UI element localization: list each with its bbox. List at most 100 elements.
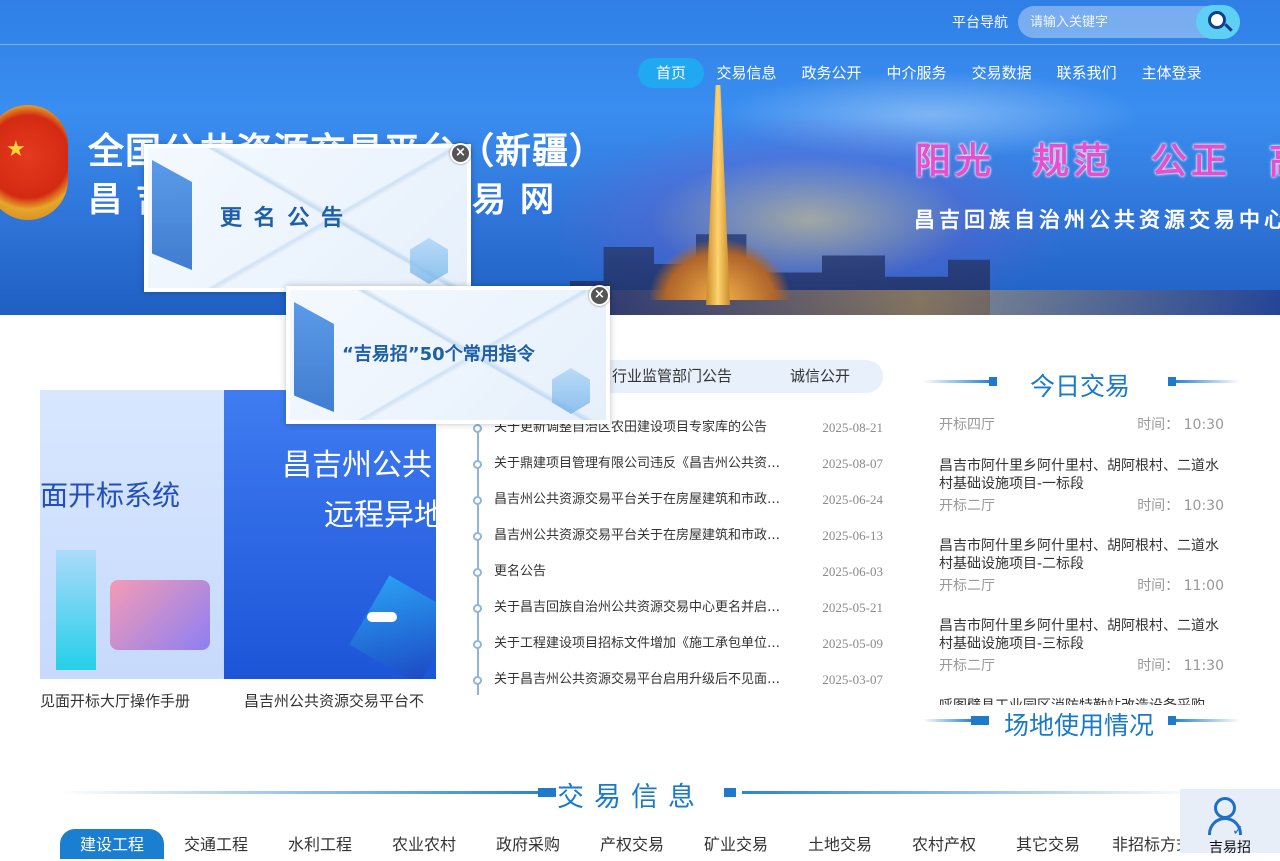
trade-name[interactable]: 昌吉市阿什里乡阿什里村、胡阿根村、二道水村基础设施项目-三标段 bbox=[939, 617, 1224, 653]
venue-usage-title[interactable]: 场地使用情况 bbox=[1004, 706, 1154, 742]
notice-date: 2025-08-07 bbox=[822, 456, 883, 471]
popup-jiyizhao-commands[interactable]: “吉易招”50个常用指令 bbox=[286, 286, 610, 424]
top-bar: 平台导航 bbox=[0, 0, 1280, 45]
trade-time: 时间： 10:30 bbox=[1137, 498, 1224, 514]
list-item[interactable]: 关于昌吉回族自治州公共资源交易中心更名并启用新印章的公告 2025-05-21 bbox=[473, 597, 883, 619]
today-trades-header: 今日交易 bbox=[923, 367, 1240, 401]
news-carousel[interactable]: 面开标系统 昌吉州公共 远程异地 bbox=[40, 390, 436, 679]
close-icon[interactable]: × bbox=[450, 143, 471, 164]
list-item[interactable]: 关于工程建设项目招标文件增加《施工承包单位承诺书》的通知 2025-05-09 bbox=[473, 633, 883, 655]
section-line bbox=[60, 791, 538, 794]
trade-name[interactable]: 呼图壁县工业园区消防特勤站改造设备采购 bbox=[939, 697, 1224, 705]
widget-label: 吉易招 bbox=[1209, 840, 1251, 856]
slide-decoration bbox=[110, 580, 210, 650]
tab-agriculture[interactable]: 农业农村 bbox=[372, 829, 476, 859]
trade-name[interactable]: 昌吉市阿什里乡阿什里村、胡阿根村、二道水村基础设施项目-二标段 bbox=[939, 537, 1224, 573]
list-item[interactable]: 昌吉州公共资源交易平台关于在房屋建筑和市政工程中推行的通知 2025-06-24 bbox=[473, 489, 883, 511]
search-input[interactable] bbox=[1028, 12, 1198, 32]
trade-room: 开标二厅 bbox=[939, 578, 995, 594]
trade-item[interactable]: 开标四厅 时间： 10:30 bbox=[939, 416, 1224, 434]
bullet-dot bbox=[473, 424, 482, 433]
header-line bbox=[1176, 380, 1240, 383]
tab-credit-disclosure[interactable]: 诚信公开 bbox=[790, 360, 850, 393]
nav-subject-login[interactable]: 主体登录 bbox=[1129, 58, 1214, 88]
carousel-slide[interactable]: 昌吉州公共 远程异地 bbox=[224, 390, 436, 679]
trade-name[interactable]: 昌吉市阿什里乡阿什里村、胡阿根村、二道水村基础设施项目-一标段 bbox=[939, 457, 1224, 493]
header-square bbox=[1168, 377, 1176, 386]
trade-room: 开标二厅 bbox=[939, 658, 995, 674]
header-square bbox=[989, 377, 997, 386]
trade-meta: 开标四厅 时间： 10:30 bbox=[939, 416, 1224, 434]
bullet-dot bbox=[473, 532, 482, 541]
tab-gov-procurement[interactable]: 政府采购 bbox=[476, 829, 580, 859]
notice-title[interactable]: 关于工程建设项目招标文件增加《施工承包单位承诺书》的通知 bbox=[494, 633, 790, 655]
main-nav: 首页 交易信息 政务公开 中介服务 交易数据 联系我们 主体登录 bbox=[638, 58, 1214, 88]
nav-contact-us[interactable]: 联系我们 bbox=[1044, 58, 1129, 88]
notice-title[interactable]: 关于昌吉州公共资源交易平台启用升级后不见面开标系统的通知 bbox=[494, 669, 790, 691]
national-emblem-icon: ★ bbox=[0, 105, 68, 220]
tab-water[interactable]: 水利工程 bbox=[268, 829, 372, 859]
tab-construction[interactable]: 建设工程 bbox=[60, 829, 164, 859]
header-line bbox=[1176, 719, 1240, 722]
header-line bbox=[923, 380, 989, 383]
tab-regulator-notices[interactable]: 行业监管部门公告 bbox=[612, 360, 732, 393]
trade-meta: 开标二厅 时间： 10:30 bbox=[939, 497, 1224, 515]
tab-mining[interactable]: 矿业交易 bbox=[684, 829, 788, 859]
nav-gov-affairs[interactable]: 政务公开 bbox=[789, 58, 874, 88]
slogan-word: 高效 bbox=[1269, 132, 1280, 182]
jiyizhao-float-widget[interactable]: ✓ 吉易招 bbox=[1180, 789, 1280, 856]
slide-text: 面开标系统 bbox=[40, 479, 181, 512]
trade-item[interactable]: 昌吉市阿什里乡阿什里村、胡阿根村、二道水村基础设施项目-二标段 开标二厅 时间：… bbox=[939, 537, 1224, 595]
trade-time: 时间： 11:00 bbox=[1137, 578, 1224, 594]
section-square bbox=[538, 788, 556, 797]
tab-property[interactable]: 产权交易 bbox=[580, 829, 684, 859]
list-item[interactable]: 关于昌吉州公共资源交易平台启用升级后不见面开标系统的通知 2025-03-07 bbox=[473, 669, 883, 691]
notice-title[interactable]: 昌吉州公共资源交易平台关于在房屋建筑和市政工程项目中的通知 bbox=[494, 525, 790, 547]
tab-transport[interactable]: 交通工程 bbox=[164, 829, 268, 859]
carousel-caption[interactable]: 见面开标大厅操作手册 bbox=[40, 690, 220, 711]
close-icon[interactable]: × bbox=[589, 285, 610, 306]
section-line bbox=[742, 791, 1202, 794]
notice-date: 2025-06-13 bbox=[822, 528, 883, 543]
tab-other[interactable]: 其它交易 bbox=[996, 829, 1100, 859]
notice-title[interactable]: 关于鼎建项目管理有限公司违反《昌吉州公共资源交易平台》规定的通报 bbox=[494, 453, 790, 475]
tab-rural-property[interactable]: 农村产权 bbox=[892, 829, 996, 859]
trade-room: 开标二厅 bbox=[939, 498, 995, 514]
notice-title[interactable]: 更名公告 bbox=[494, 561, 790, 583]
trade-meta: 开标二厅 时间： 11:00 bbox=[939, 577, 1224, 595]
bullet-dot bbox=[473, 496, 482, 505]
list-item[interactable]: 更名公告 2025-06-03 bbox=[473, 561, 883, 583]
trade-item[interactable]: 呼图壁县工业园区消防特勤站改造设备采购 bbox=[939, 697, 1224, 705]
carousel-slide[interactable]: 面开标系统 bbox=[40, 390, 224, 679]
carousel-indicator[interactable] bbox=[367, 612, 397, 622]
nav-agency-service[interactable]: 中介服务 bbox=[874, 58, 959, 88]
search-button[interactable] bbox=[1196, 5, 1240, 39]
list-item[interactable]: 关于鼎建项目管理有限公司违反《昌吉州公共资源交易平台》规定的通报 2025-08-… bbox=[473, 453, 883, 475]
trade-item[interactable]: 昌吉市阿什里乡阿什里村、胡阿根村、二道水村基础设施项目-三标段 开标二厅 时间：… bbox=[939, 617, 1224, 675]
notice-title[interactable]: 关于昌吉回族自治州公共资源交易中心更名并启用新印章的公告 bbox=[494, 597, 790, 619]
header-square bbox=[971, 716, 989, 725]
notice-date: 2025-03-07 bbox=[822, 672, 883, 687]
search-icon bbox=[1208, 11, 1226, 29]
trade-time: 时间： 11:30 bbox=[1137, 658, 1224, 674]
popup-rename-notice[interactable]: 更 名 公 告 bbox=[144, 144, 471, 292]
slogan-word: 公正 bbox=[1151, 141, 1232, 182]
notice-title[interactable]: 昌吉州公共资源交易平台关于在房屋建筑和市政工程中推行的通知 bbox=[494, 489, 790, 511]
nav-home[interactable]: 首页 bbox=[638, 58, 705, 88]
emblem-star-icon: ★ bbox=[6, 137, 26, 162]
platform-nav-link[interactable]: 平台导航 bbox=[952, 12, 1008, 32]
header-square bbox=[1168, 716, 1176, 725]
nav-trade-info[interactable]: 交易信息 bbox=[704, 58, 789, 88]
trade-item[interactable]: 昌吉市阿什里乡阿什里村、胡阿根村、二道水村基础设施项目-一标段 开标二厅 时间：… bbox=[939, 457, 1224, 515]
bullet-dot bbox=[473, 640, 482, 649]
notice-date: 2025-05-09 bbox=[822, 636, 883, 651]
carousel-caption[interactable]: 昌吉州公共资源交易平台不 bbox=[244, 690, 436, 711]
list-item[interactable]: 昌吉州公共资源交易平台关于在房屋建筑和市政工程项目中的通知 2025-06-13 bbox=[473, 525, 883, 547]
popup-title: “吉易招”50个常用指令 bbox=[342, 344, 535, 365]
nav-trade-data[interactable]: 交易数据 bbox=[959, 58, 1044, 88]
bullet-dot bbox=[473, 460, 482, 469]
venue-usage-header: 场地使用情况 bbox=[923, 706, 1240, 740]
notice-tabs: 行业监管部门公告 诚信公开 bbox=[590, 360, 883, 393]
bullet-dot bbox=[473, 604, 482, 613]
tab-land[interactable]: 土地交易 bbox=[788, 829, 892, 859]
